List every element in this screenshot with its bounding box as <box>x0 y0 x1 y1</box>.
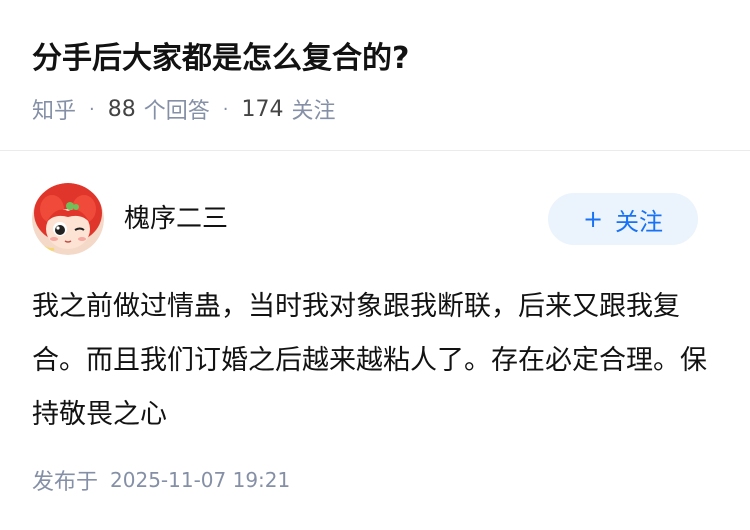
follower-count-label[interactable]: 关注 <box>292 93 336 125</box>
answer-count-label[interactable]: 个回答 <box>144 93 210 125</box>
answer-text: 我之前做过情蛊，当时我对象跟我断联，后来又跟我复合。而且我们订婚之后越来越粘人了… <box>32 291 707 430</box>
answer-count: 88 <box>107 96 136 122</box>
answer-footer: 发布于 2025-11-07 19:21 <box>32 462 290 498</box>
separator-dot: · <box>89 98 95 120</box>
question-meta: 知乎 · 88 个回答 · 174 关注 <box>32 93 336 125</box>
follow-button-label: 关注 <box>615 207 664 236</box>
published-label: 发布于 <box>32 470 99 495</box>
question-title[interactable]: 分手后大家都是怎么复合的? <box>32 37 409 81</box>
author-name[interactable]: 槐序二三 <box>124 201 228 237</box>
plus-icon: + <box>582 205 604 233</box>
published-time: 2025-11-07 19:21 <box>110 468 291 492</box>
answer-author-bar: 槐序二三 + 关注 <box>32 183 698 255</box>
question-header: 分手后大家都是怎么复合的? 知乎 · 88 个回答 · 174 关注 <box>0 0 750 151</box>
follow-button[interactable]: + 关注 <box>548 193 698 245</box>
answer-content[interactable]: 我之前做过情蛊，当时我对象跟我断联，后来又跟我复合。而且我们订婚之后越来越粘人了… <box>32 280 712 442</box>
source-label[interactable]: 知乎 <box>32 93 76 125</box>
separator-dot: · <box>222 98 229 120</box>
avatar[interactable] <box>32 183 104 255</box>
follower-count: 174 <box>241 96 284 122</box>
